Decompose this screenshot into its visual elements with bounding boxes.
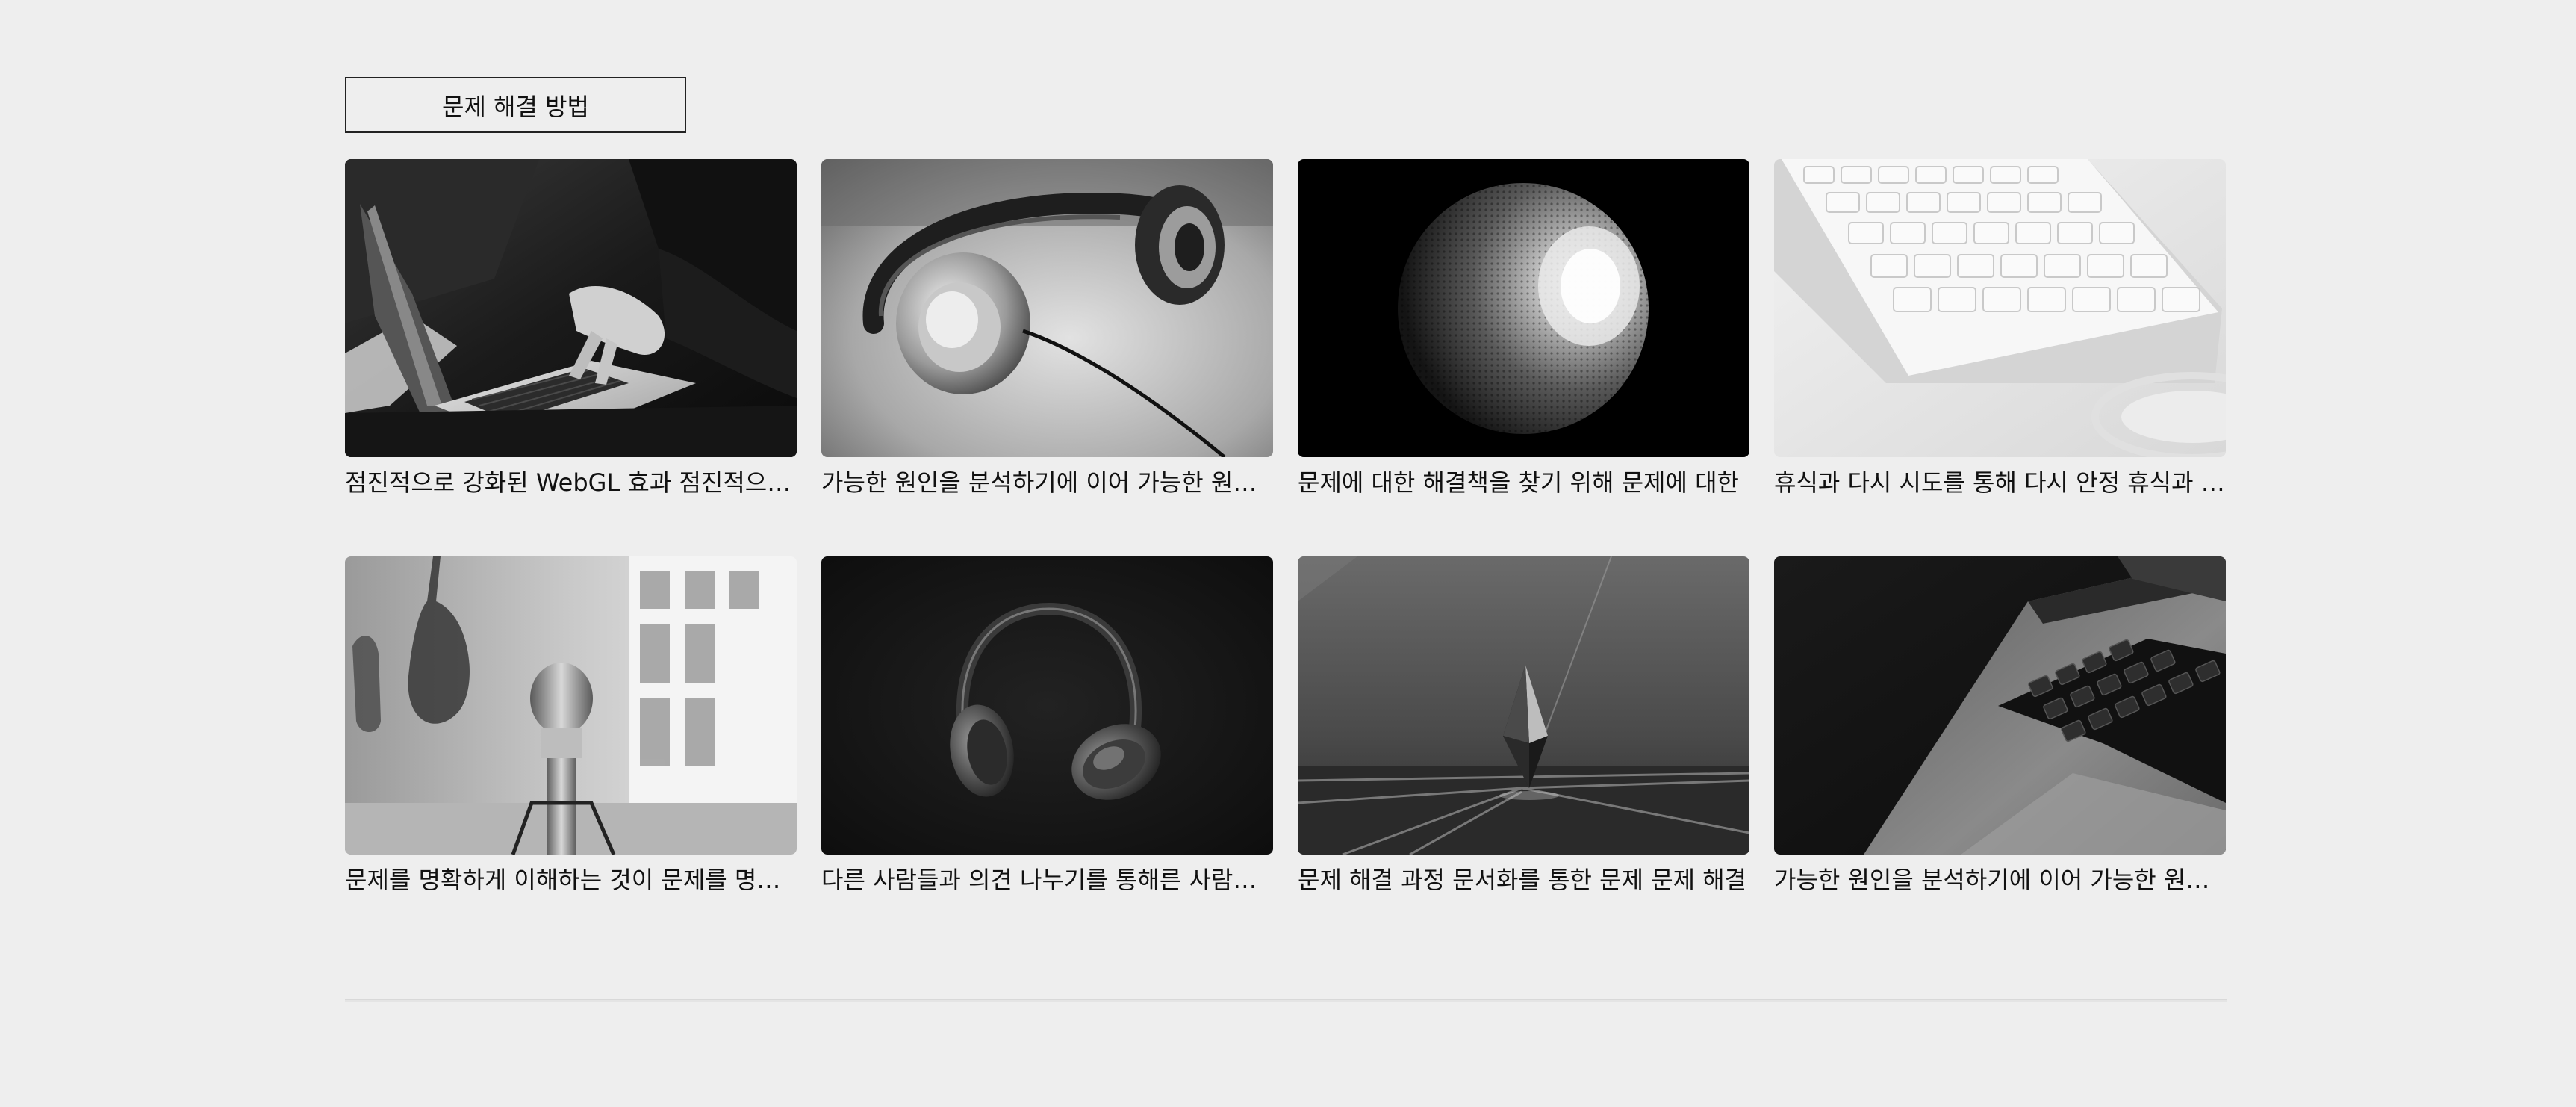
keyboard-photo: [1774, 159, 2226, 457]
card-thumbnail[interactable]: [1774, 159, 2226, 457]
card-title[interactable]: 문제를 명확하게 이해하는 것이 문제를 명확하게: [345, 865, 797, 895]
article-grid: 점진적으로 강화된 WebGL 효과 점진적으로 강화된: [345, 159, 2227, 954]
card-title[interactable]: 문제에 대한 해결책을 찾기 위해 문제에 대한: [1298, 468, 1749, 497]
card-title[interactable]: 휴식과 다시 시도를 통해 다시 안정 휴식과 다시: [1774, 468, 2226, 497]
laptop-closeup-photo: [1774, 556, 2226, 855]
card-thumbnail[interactable]: [345, 159, 797, 457]
divider: [345, 999, 2227, 1002]
card-thumbnail[interactable]: [821, 556, 1273, 855]
article-card[interactable]: 문제에 대한 해결책을 찾기 위해 문제에 대한: [1298, 159, 1749, 556]
crystal-prism-photo: [1298, 556, 1749, 855]
smart-speaker-photo: [1298, 159, 1749, 457]
article-card[interactable]: 가능한 원인을 분석하기에 이어 가능한 원인을: [1774, 556, 2226, 954]
headphones-on-table-photo: [821, 159, 1273, 457]
page: 문제 해결 방법 점진적으로 강화된 WebGL 효과 점진적으로 가능한 원인…: [0, 0, 2576, 1107]
card-title[interactable]: 가능한 원인을 분석하기에 이어 가능한 원인을: [1774, 865, 2226, 895]
laptop-typing-photo: [345, 159, 797, 457]
card-title[interactable]: 문제 해결 과정 문서화를 통한 문제 문제 해결: [1298, 865, 1749, 895]
article-card[interactable]: 점진적으로 강화된 WebGL 효과 점진적으로 강화된: [345, 159, 797, 556]
article-card[interactable]: 가능한 원인을 분석하기에 이어 가능한 원인을: [821, 159, 1273, 556]
card-thumbnail[interactable]: [1298, 159, 1749, 457]
article-card[interactable]: 다른 사람들과 의견 나누기를 통해른 사람들과: [821, 556, 1273, 954]
card-thumbnail[interactable]: [1298, 556, 1749, 855]
category-tag-button[interactable]: 문제 해결 방법: [345, 77, 686, 133]
headphones-dark-photo: [821, 556, 1273, 855]
card-title[interactable]: 다른 사람들과 의견 나누기를 통해른 사람들과: [821, 865, 1273, 895]
card-title[interactable]: 점진적으로 강화된 WebGL 효과 점진적으로 강화된: [345, 468, 797, 497]
card-thumbnail[interactable]: [345, 556, 797, 855]
article-card[interactable]: 휴식과 다시 시도를 통해 다시 안정 휴식과 다시: [1774, 159, 2226, 556]
card-title[interactable]: 가능한 원인을 분석하기에 이어 가능한 원인을: [821, 468, 1273, 497]
article-card[interactable]: 문제 해결 과정 문서화를 통한 문제 문제 해결: [1298, 556, 1749, 954]
microphone-studio-photo: [345, 556, 797, 855]
card-thumbnail[interactable]: [1774, 556, 2226, 855]
article-card[interactable]: 문제를 명확하게 이해하는 것이 문제를 명확하게: [345, 556, 797, 954]
card-thumbnail[interactable]: [821, 159, 1273, 457]
